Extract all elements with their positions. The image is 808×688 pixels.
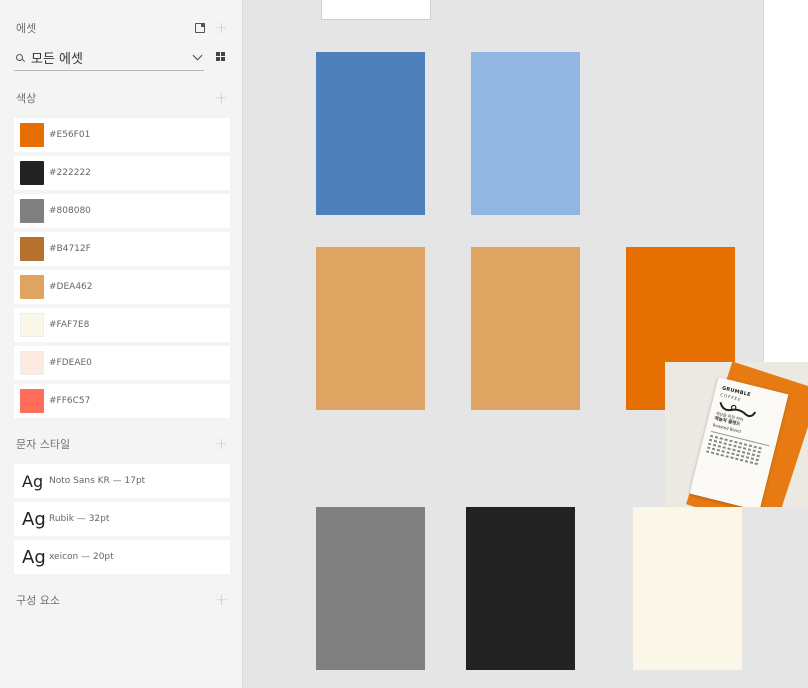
color-swatch-item[interactable]: #FDEAE0 [14, 346, 230, 380]
artboard-fragment[interactable] [321, 0, 431, 20]
char-style-preview: Ag [22, 508, 46, 530]
color-hex-label: #DEA462 [49, 282, 93, 292]
char-style-label: Noto Sans KR — 17pt [49, 476, 146, 486]
char-styles-title: 문자 스타일 [16, 438, 71, 451]
char-style-item[interactable]: Ag Rubik — 32pt [14, 502, 230, 536]
color-chip [20, 161, 44, 185]
color-swatch-item[interactable]: #FF6C57 [14, 384, 230, 418]
components-title: 구성 요소 [16, 594, 60, 607]
char-style-item[interactable]: Ag xeicon — 20pt [14, 540, 230, 574]
color-hex-label: #B4712F [49, 244, 91, 254]
color-swatch-item[interactable]: #E56F01 [14, 118, 230, 152]
color-swatch-item[interactable]: #DEA462 [14, 270, 230, 304]
coffee-product-photo[interactable]: GRUMBLE COFFEE 세상을 위한 커피 체놀쳐 플렌드 Roasted… [665, 362, 808, 507]
assets-panel: 에셋 + 모든 에셋 색상 + #E56F01 #222222 #808080 … [0, 0, 243, 688]
char-style-preview: Ag [22, 546, 46, 568]
color-hex-label: #FAF7E8 [49, 320, 90, 330]
char-style-preview: Ag [22, 471, 44, 491]
color-chip [20, 123, 44, 147]
components-header: 구성 요소 + [16, 592, 228, 608]
char-style-item[interactable]: Ag Noto Sans KR — 17pt [14, 464, 230, 498]
color-hex-label: #FF6C57 [49, 396, 91, 406]
asset-filter-label: 모든 에셋 [31, 51, 83, 67]
color-chip [20, 313, 44, 337]
color-chip [20, 389, 44, 413]
canvas-color-rect-6[interactable] [466, 507, 575, 670]
color-chip [20, 351, 44, 375]
chevron-down-icon [192, 50, 203, 61]
canvas-color-rect-0[interactable] [316, 52, 425, 215]
canvas-color-rect-1[interactable] [471, 52, 580, 215]
colors-title: 색상 [16, 92, 37, 105]
color-hex-label: #222222 [49, 168, 91, 178]
add-asset-icon[interactable]: + [215, 20, 228, 36]
adjacent-artboard[interactable] [763, 0, 808, 362]
char-style-label: Rubik — 32pt [49, 514, 110, 524]
color-chip [20, 237, 44, 261]
color-hex-label: #E56F01 [49, 130, 91, 140]
colors-header: 색상 + [16, 90, 228, 106]
add-char-style-icon[interactable]: + [215, 436, 228, 452]
canvas-color-rect-5[interactable] [316, 507, 425, 670]
color-swatch-item[interactable]: #B4712F [14, 232, 230, 266]
add-component-icon[interactable]: + [215, 592, 228, 608]
color-swatch-item[interactable]: #FAF7E8 [14, 308, 230, 342]
assets-title: 에셋 [16, 22, 37, 35]
color-hex-label: #FDEAE0 [49, 358, 92, 368]
color-swatch-item[interactable]: #222222 [14, 156, 230, 190]
canvas-color-rect-3[interactable] [471, 247, 580, 410]
canvas-color-rect-2[interactable] [316, 247, 425, 410]
grid-view-icon[interactable] [216, 52, 225, 61]
color-swatch-item[interactable]: #808080 [14, 194, 230, 228]
assets-header: 에셋 + [16, 20, 228, 36]
canvas-color-rect-7[interactable] [633, 507, 742, 670]
asset-filter-dropdown[interactable]: 모든 에셋 [14, 44, 204, 71]
color-hex-label: #808080 [49, 206, 91, 216]
open-library-icon[interactable] [194, 23, 205, 33]
color-chip [20, 275, 44, 299]
color-chip [20, 199, 44, 223]
char-style-label: xeicon — 20pt [49, 552, 114, 562]
add-color-icon[interactable]: + [215, 90, 228, 106]
search-icon [16, 53, 23, 61]
char-styles-header: 문자 스타일 + [16, 436, 228, 452]
